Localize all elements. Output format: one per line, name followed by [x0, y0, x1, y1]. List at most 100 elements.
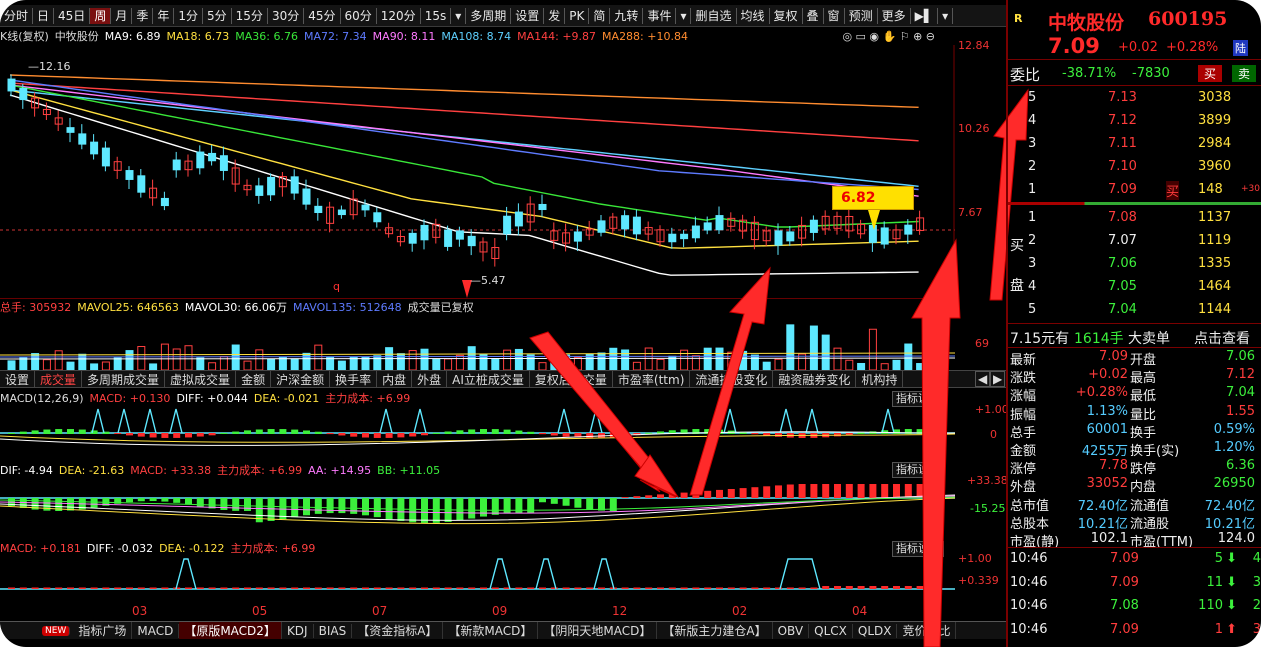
volume-bar — [892, 359, 901, 370]
toolbar-item[interactable]: PK — [565, 7, 590, 24]
macd1-chart[interactable] — [0, 406, 955, 460]
toolbar-item[interactable]: ▾ — [938, 7, 954, 24]
toolbar-item[interactable]: 30分 — [268, 7, 305, 24]
indicator-tab[interactable]: 【新版主力建仓A】 — [657, 622, 773, 639]
volume-tab[interactable]: AI立桩成交量 — [447, 371, 530, 387]
volume-tab[interactable]: 机构持 — [856, 371, 904, 387]
toolbar-item[interactable]: 5分 — [203, 7, 232, 24]
indicator-tab[interactable]: BIAS — [314, 623, 353, 638]
volume-tab[interactable]: 复权后成交量 — [530, 371, 613, 387]
toolbar-item[interactable]: 发 — [544, 7, 566, 24]
ma-line — [9, 89, 919, 187]
view-big-order-link[interactable]: 点击查看 — [1194, 328, 1250, 348]
volume-tab[interactable]: 金额 — [236, 371, 272, 387]
macd-bar — [845, 484, 853, 498]
toolbar-item[interactable]: 事件 — [643, 7, 677, 24]
sell-button[interactable]: 卖 — [1232, 65, 1257, 82]
indicator-tab[interactable]: QLDX — [853, 623, 898, 638]
indicator-value: MACD: +0.130 — [89, 391, 171, 405]
toolbar-item[interactable]: ▾ — [676, 7, 692, 24]
macd-bar — [845, 586, 853, 589]
volume-bar — [786, 324, 795, 370]
toolbar-item[interactable]: ▾ — [451, 7, 467, 24]
toolbar-item[interactable]: 多周期 — [466, 7, 512, 24]
toolbar-item[interactable]: 设置 — [511, 7, 545, 24]
toolbar-item[interactable]: 45分 — [304, 7, 341, 24]
macd-bar — [291, 498, 299, 518]
indicator-tab[interactable]: OBV — [773, 623, 810, 638]
toolbar-item[interactable]: 1分 — [174, 7, 204, 24]
indicator-tab[interactable]: 【原版MACD2】 — [179, 622, 282, 639]
volume-tab[interactable]: 虚拟成交量 — [165, 371, 237, 387]
indicator-help-button[interactable]: 指标说明 — [892, 391, 944, 407]
indicator-tab[interactable]: 【阴阳天地MACD】 — [538, 622, 658, 639]
indicator-help-button[interactable]: 指标说明 — [892, 462, 944, 478]
indicator-tab[interactable]: MACD — [132, 623, 180, 638]
macd3-chart[interactable] — [0, 556, 955, 603]
toolbar-item[interactable]: 15s — [421, 7, 452, 24]
toolbar-item[interactable]: 简 — [589, 7, 611, 24]
toolbar-item[interactable]: 分时 — [0, 7, 34, 24]
macd-bar — [480, 498, 487, 517]
toolbar-item[interactable]: 更多 — [878, 7, 911, 24]
chart-control-icons[interactable]: ◎ ▭ ◉ ✋ ⚐ ⊕ ⊖ — [842, 30, 935, 43]
toolbar-item[interactable]: 日 — [33, 7, 55, 24]
ma-line — [9, 89, 919, 249]
toolbar-item[interactable]: 均线 — [737, 7, 770, 24]
down-arrow-icon: ⬇ — [1226, 551, 1237, 566]
toolbar-item[interactable]: 九转 — [610, 7, 644, 24]
macd-bar — [161, 587, 169, 589]
indicator-tab[interactable]: 【资金指标A】 — [352, 622, 444, 639]
volume-bar — [644, 347, 653, 370]
toolbar-item[interactable]: ▶▌ — [911, 7, 939, 24]
macd3-axis-label: +1.00 — [958, 552, 992, 565]
macd-bar — [444, 587, 452, 589]
volume-tab[interactable]: 外盘 — [412, 371, 448, 387]
toolbar-item[interactable]: 15分 — [232, 7, 268, 24]
toolbar-item[interactable]: 120分 — [377, 7, 421, 24]
volume-chart[interactable] — [0, 315, 955, 370]
toolbar-item[interactable]: 复权 — [770, 7, 803, 24]
indicator-tab[interactable]: KDJ — [282, 623, 314, 638]
volume-tab[interactable]: 设置 — [0, 371, 36, 387]
indicator-tab[interactable]: 竞价量比 — [897, 622, 957, 639]
volume-tab[interactable]: 成交量 — [35, 371, 83, 387]
scroll-left-icon[interactable]: ◀ — [975, 371, 991, 387]
indicator-help-button[interactable]: 指标说明 — [892, 541, 944, 557]
tick-row: 10:46 7.09 5 ⬇ 4 — [1010, 551, 1261, 566]
indicator-tab[interactable]: 【新款MACD】 — [443, 622, 539, 639]
indicator-value: 主力成本: +6.99 — [325, 392, 411, 405]
volume-bar — [101, 361, 110, 370]
volume-tab[interactable]: 换手率 — [330, 371, 378, 387]
toolbar-item[interactable]: 删自选 — [691, 7, 737, 24]
toolbar-item[interactable]: 周 — [90, 7, 112, 24]
ma-value: MA144: +9.87 — [517, 29, 597, 43]
candlestick-chart[interactable] — [0, 45, 955, 298]
scroll-right-icon[interactable]: ▶ — [990, 371, 1006, 387]
toolbar-item[interactable]: 预测 — [845, 7, 878, 24]
toolbar-item[interactable]: 60分 — [341, 7, 377, 24]
macd-bar — [775, 433, 782, 437]
volume-tab[interactable]: 沪深金额 — [271, 371, 331, 387]
signal-peak — [91, 408, 105, 434]
toolbar-item[interactable]: 年 — [153, 7, 175, 24]
volume-tab[interactable]: 流通持股变化 — [690, 371, 774, 387]
volume-tab[interactable]: 多周期成交量 — [82, 371, 166, 387]
macd-bar — [633, 587, 641, 589]
volume-tab[interactable]: 融资融券变化 — [773, 371, 857, 387]
volume-tab[interactable]: 市盈率(ttm) — [613, 371, 691, 387]
toolbar-item[interactable]: 45日 — [54, 7, 91, 24]
toolbar-item[interactable]: 窗 — [824, 7, 845, 24]
macd-bar — [362, 587, 369, 589]
toolbar-item[interactable]: 叠 — [803, 7, 824, 24]
toolbar-item[interactable]: 月 — [111, 7, 133, 24]
buy-button[interactable]: 买 — [1198, 65, 1223, 82]
macd-bar — [421, 498, 428, 523]
volume-tab[interactable]: 内盘 — [377, 371, 413, 387]
indicator-tab[interactable]: QLCX — [809, 623, 853, 638]
indicator-tab[interactable]: 指标广场 — [73, 622, 133, 639]
volume-bar — [337, 360, 346, 370]
macd-bar — [657, 494, 664, 498]
toolbar-item[interactable]: 季 — [132, 7, 154, 24]
macd2-chart[interactable] — [0, 478, 955, 538]
